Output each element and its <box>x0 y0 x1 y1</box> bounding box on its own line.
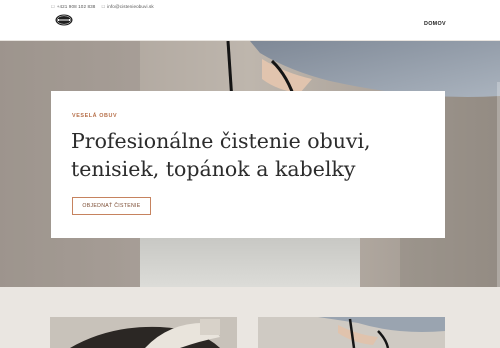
hero-headline: Profesionálne čistenie obuvi, tenisiek, … <box>71 127 411 183</box>
headline-line-2: tenisiek, topánok a kabelky <box>71 157 356 181</box>
order-cleaning-button[interactable]: OBJEDNAŤ ČISTENIE <box>72 197 151 215</box>
shoes-photo <box>50 317 237 348</box>
phone-link[interactable]: ☐ +421 908 102 838 <box>51 4 95 9</box>
email-address: info@cistenieobuvi.sk <box>107 3 154 9</box>
top-bar: ☐ +421 908 102 838 ☐ info@cistenieobuvi.… <box>0 0 500 41</box>
hero-card: VESELÁ OBUV Profesionálne čistenie obuvi… <box>51 91 445 238</box>
nav-home-link[interactable]: DOMOV <box>424 21 446 27</box>
phone-number: +421 908 102 838 <box>56 3 96 9</box>
services-section <box>0 287 500 348</box>
service-image-bag[interactable] <box>258 317 445 348</box>
email-link[interactable]: ☐ info@cistenieobuvi.sk <box>101 4 153 9</box>
bag-photo <box>258 317 445 348</box>
headline-line-1: Profesionálne čistenie obuvi, <box>71 129 371 153</box>
shoe-logo-icon[interactable] <box>55 14 73 26</box>
phone-icon: ☐ <box>51 3 55 9</box>
mail-icon: ☐ <box>101 3 106 9</box>
service-image-shoes[interactable] <box>50 317 237 348</box>
hero-eyebrow: VESELÁ OBUV <box>72 113 118 119</box>
contact-info: ☐ +421 908 102 838 ☐ info@cistenieobuvi.… <box>51 2 154 10</box>
